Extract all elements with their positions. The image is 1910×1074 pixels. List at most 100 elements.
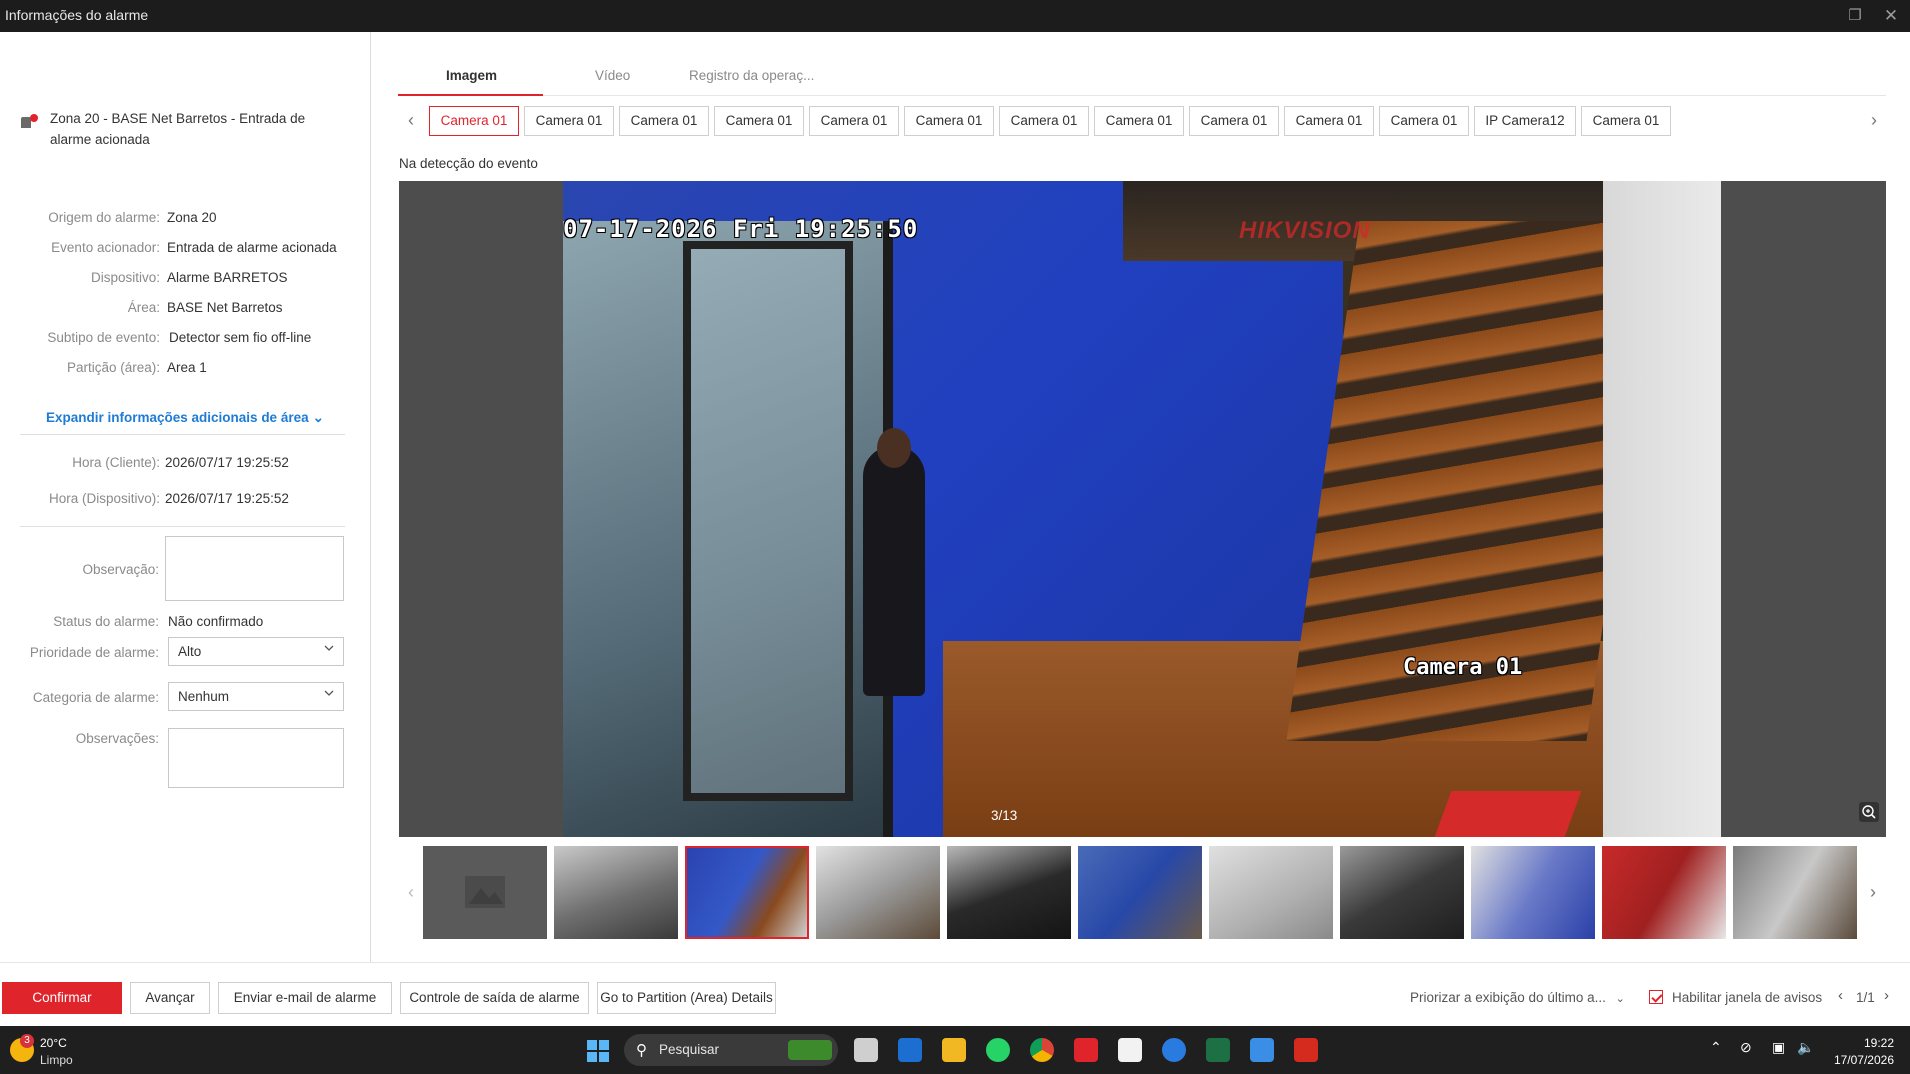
time-label: Hora (Cliente): — [72, 455, 160, 470]
send-email-button[interactable]: Enviar e-mail de alarme — [218, 982, 392, 1014]
camera-button[interactable]: Camera 01 — [1379, 106, 1469, 136]
clock-date[interactable]: 17/07/2026 — [1828, 1053, 1894, 1067]
restore-icon[interactable]: ❐ — [1844, 5, 1866, 27]
thumbnail[interactable] — [816, 846, 940, 939]
camera-button[interactable]: Camera 01 — [524, 106, 614, 136]
search-icon: ⚲ — [636, 1042, 647, 1059]
detail-value: Detector sem fio off-line — [169, 330, 312, 345]
thumbnail[interactable] — [1471, 846, 1595, 939]
confirm-button[interactable]: Confirmar — [2, 982, 122, 1014]
camera-button[interactable]: IP Camera12 — [1474, 106, 1576, 136]
chevron-down-icon: ⌄ — [312, 410, 324, 425]
detail-row-area: Área: BASE Net Barretos — [0, 300, 371, 320]
detail-row-partition: Partição (área): Area 1 — [0, 360, 371, 380]
camera-button[interactable]: Camera 01 — [429, 106, 519, 136]
camera-button[interactable]: Camera 01 — [714, 106, 804, 136]
chevron-left-icon[interactable]: ‹ — [403, 108, 419, 132]
notepad-icon[interactable] — [1250, 1038, 1274, 1062]
time-row-client: Hora (Cliente): 2026/07/17 19:25:52 — [0, 455, 371, 475]
windows-start-icon[interactable] — [587, 1040, 609, 1062]
taskbar-search[interactable]: ⚲ Pesquisar — [624, 1034, 838, 1066]
thumbnail-selected[interactable] — [685, 846, 809, 939]
image-viewer[interactable]: 07-17-2026 Fri 19:25:50 HIKVISION Camera… — [399, 181, 1886, 837]
clock-time[interactable]: 19:22 — [1864, 1036, 1894, 1050]
close-icon[interactable]: ✕ — [1880, 5, 1902, 27]
detail-value: Zona 20 — [167, 210, 217, 225]
priority-label: Prioridade de alarme: — [29, 645, 159, 660]
chevron-right-icon[interactable]: › — [1884, 987, 1889, 1004]
osd-camera-name: Camera 01 — [1403, 655, 1523, 680]
network-off-icon[interactable]: ⊘ — [1740, 1039, 1752, 1056]
detail-label: Subtipo de evento: — [47, 330, 160, 345]
security-app-icon[interactable] — [1074, 1038, 1098, 1062]
next-button[interactable]: Avançar — [130, 982, 210, 1014]
expand-area-info-link[interactable]: Expandir informações adicionais de área ⌄ — [46, 410, 324, 426]
camera-button[interactable]: Camera 01 — [1094, 106, 1184, 136]
expand-label: Expandir informações adicionais de área — [46, 410, 309, 425]
camera-button[interactable]: Camera 01 — [619, 106, 709, 136]
tab-image[interactable]: Imagem — [446, 68, 497, 83]
remote-app-icon[interactable] — [1162, 1038, 1186, 1062]
monitor-icon[interactable]: ▣ — [1772, 1039, 1785, 1056]
chevron-right-icon[interactable]: › — [1866, 880, 1880, 904]
chevron-down-icon — [324, 645, 334, 651]
thumbnail[interactable] — [947, 846, 1071, 939]
thumbnail-placeholder[interactable] — [423, 846, 547, 939]
excel-icon[interactable] — [1206, 1038, 1230, 1062]
status-label: Status do alarme: — [53, 614, 159, 629]
prioritize-dropdown[interactable]: Priorizar a exibição do último a... ⌄ — [1410, 990, 1625, 1005]
category-select[interactable]: Nenhum — [168, 682, 344, 711]
weather-description: Limpo — [40, 1053, 73, 1067]
detail-row-trigger: Evento acionador: Entrada de alarme acio… — [0, 240, 371, 260]
outlook-icon[interactable] — [898, 1038, 922, 1062]
camera-button[interactable]: Camera 01 — [809, 106, 899, 136]
camera-button[interactable]: Camera 01 — [999, 106, 1089, 136]
observation-input[interactable] — [165, 536, 344, 601]
thumbnail[interactable] — [554, 846, 678, 939]
file-explorer-icon[interactable] — [942, 1038, 966, 1062]
chevron-left-icon[interactable]: ‹ — [404, 880, 418, 904]
tab-operation-log[interactable]: Registro da operaç... — [689, 68, 814, 83]
media-tabs: Imagem Vídeo Registro da operaç... — [398, 60, 1886, 96]
zoom-icon[interactable] — [1859, 802, 1879, 822]
thumbnail[interactable] — [1602, 846, 1726, 939]
partition-details-button[interactable]: Go to Partition (Area) Details — [597, 982, 776, 1014]
chevron-down-icon: ⌄ — [1615, 993, 1625, 1005]
priority-select[interactable]: Alto — [168, 637, 344, 666]
pdf-reader-icon[interactable] — [1294, 1038, 1318, 1062]
status-value: Não confirmado — [168, 614, 264, 629]
camera-button[interactable]: Camera 01 — [904, 106, 994, 136]
whatsapp-icon[interactable] — [986, 1038, 1010, 1062]
thumbnail[interactable] — [1340, 846, 1464, 939]
detail-label: Origem do alarme: — [48, 210, 160, 225]
chevron-up-icon[interactable]: ⌃ — [1710, 1039, 1722, 1056]
camera-button[interactable]: Camera 01 — [1189, 106, 1279, 136]
enable-popup-checkbox[interactable] — [1649, 990, 1663, 1004]
alarm-output-button[interactable]: Controle de saída de alarme — [400, 982, 589, 1014]
remarks-input[interactable] — [168, 728, 344, 788]
chrome-icon[interactable] — [1030, 1038, 1054, 1062]
detail-label: Partição (área): — [66, 360, 160, 375]
camera-button[interactable]: Camera 01 — [1284, 106, 1374, 136]
detail-value: Entrada de alarme acionada — [167, 240, 337, 255]
category-value: Nenhum — [178, 689, 230, 704]
image-counter: 3/13 — [991, 808, 1018, 823]
detail-row-device: Dispositivo: Alarme BARRETOS — [0, 270, 371, 290]
chevron-down-icon — [324, 690, 334, 696]
thumbnail[interactable] — [1078, 846, 1202, 939]
search-placeholder: Pesquisar — [659, 1042, 720, 1057]
volume-icon[interactable]: 🔈 — [1797, 1039, 1814, 1056]
thumbnail[interactable] — [1733, 846, 1857, 939]
camera-button[interactable]: Camera 01 — [1581, 106, 1671, 136]
task-view-icon[interactable] — [854, 1038, 878, 1062]
window-title: Informações do alarme — [5, 7, 149, 23]
notification-badge: 3 — [20, 1034, 34, 1048]
thumbnail[interactable] — [1209, 846, 1333, 939]
snipping-tool-icon[interactable] — [1118, 1038, 1142, 1062]
detail-label: Dispositivo: — [90, 270, 160, 285]
chevron-left-icon[interactable]: ‹ — [1838, 987, 1843, 1004]
pager-label: 1/1 — [1856, 990, 1875, 1005]
tab-video[interactable]: Vídeo — [595, 68, 630, 83]
chevron-right-icon[interactable]: › — [1866, 108, 1882, 132]
title-bar: Informações do alarme ❐ ✕ — [0, 0, 1910, 32]
